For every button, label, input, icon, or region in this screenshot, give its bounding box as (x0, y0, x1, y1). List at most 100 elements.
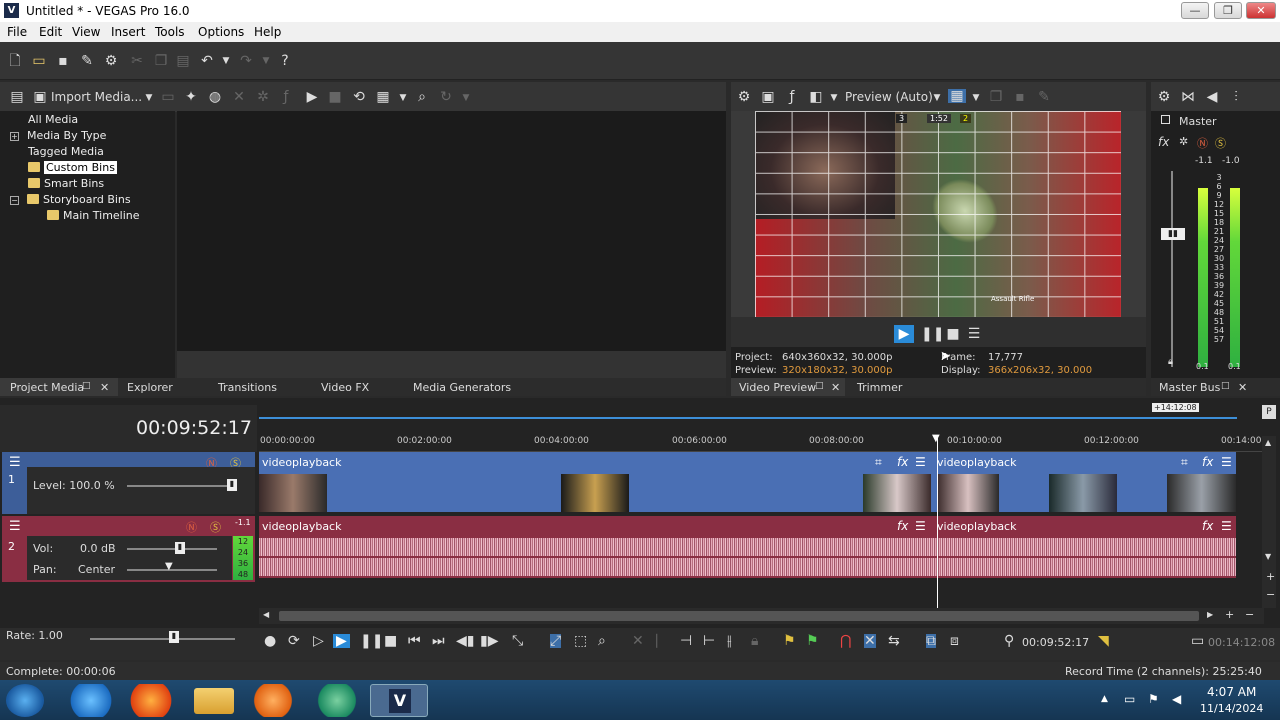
menu-view[interactable]: View (72, 25, 100, 39)
marker-bar[interactable]: +14:12:08 (259, 403, 1237, 419)
go-to-start-icon[interactable]: ⏮︎ (408, 634, 421, 648)
tab-close-icon[interactable]: ✕ (831, 381, 840, 394)
undo-icon[interactable]: ↶ (199, 54, 215, 68)
video-track-header[interactable]: ☰ 1 Ⓝ Ⓢ Level: 100.0 % ▮ (2, 452, 255, 514)
media-player-icon[interactable] (244, 684, 302, 717)
zoom-tool-icon[interactable]: ⌕ (598, 634, 606, 648)
import-dropdown-icon[interactable]: ▼ (141, 91, 157, 105)
horizontal-scrollbar[interactable]: ◀ ▶ + − (259, 608, 1264, 624)
tab-master-bus[interactable]: Master Bus (1159, 381, 1220, 394)
media-fx-icon[interactable]: ✲ (255, 90, 271, 104)
menu-help[interactable]: Help (254, 25, 281, 39)
auto-crossfade-icon[interactable]: ✕ (864, 634, 876, 648)
tree-item-custom-bins[interactable]: Custom Bins (28, 161, 117, 174)
file-explorer-icon[interactable] (194, 688, 234, 714)
volume-icon[interactable]: ◀ (1172, 692, 1181, 706)
tab-trimmer[interactable]: Trimmer (857, 381, 902, 394)
previous-frame-icon[interactable]: ◀▮ (456, 634, 474, 648)
external-monitor-icon[interactable]: ▣ (760, 90, 776, 104)
time-ruler[interactable]: 00:00:00:00 00:02:00:00 00:04:00:00 00:0… (259, 432, 1265, 452)
app-icon[interactable] (308, 684, 366, 717)
vertical-scrollbar[interactable]: ▲ ▼ + − (1262, 436, 1276, 608)
save-snapshot-icon[interactable]: ▪ (1012, 90, 1028, 104)
selection-tool-icon[interactable]: ⬚ (574, 634, 587, 648)
mute-icon[interactable]: Ⓝ (1197, 135, 1208, 151)
zoom-out-icon[interactable]: − (1266, 588, 1275, 601)
event-menu-icon[interactable]: ☰ (915, 519, 926, 533)
tree-item-all-media[interactable]: All Media (28, 113, 78, 126)
tab-close-icon[interactable]: ✕ (100, 381, 109, 394)
zoom-out-icon[interactable]: − (1245, 608, 1254, 621)
tree-item-smart-bins[interactable]: Smart Bins (28, 177, 104, 190)
properties-icon[interactable]: ⚙ (1156, 90, 1172, 104)
cut-icon[interactable]: ✂ (129, 54, 145, 68)
record-icon[interactable]: ● (264, 634, 276, 648)
stop-icon[interactable]: ■ (945, 327, 961, 341)
import-icon[interactable]: ▣ (32, 90, 48, 104)
playhead-marker-icon[interactable]: ▼ (932, 433, 940, 444)
tab-close-icon[interactable]: ✕ (1238, 381, 1247, 394)
pan-slider-handle[interactable]: ▼ (165, 561, 173, 572)
media-list-area[interactable] (177, 111, 726, 351)
track-menu-icon[interactable]: ☰ (9, 455, 21, 470)
automation-icon[interactable]: ✲ (1179, 135, 1188, 148)
marker-icon[interactable]: ⚑ (783, 634, 796, 648)
scroll-thumb[interactable] (279, 611, 1199, 621)
play-icon[interactable]: ▶ (333, 634, 350, 648)
start-button[interactable] (6, 684, 44, 717)
properties-icon[interactable]: ⚙ (103, 54, 119, 68)
dim-output-icon[interactable]: ◀ (1204, 90, 1220, 104)
clock-date[interactable]: 11/14/2024 (1200, 702, 1263, 715)
tab-video-preview[interactable]: Video Preview (739, 381, 816, 394)
video-fx-icon[interactable]: ƒ (784, 90, 800, 104)
copy-snapshot-icon[interactable]: ❐ (988, 90, 1004, 104)
event-menu-icon[interactable]: ☰ (1221, 519, 1232, 533)
fx-icon[interactable]: fx (1158, 135, 1169, 149)
minimize-button[interactable]: — (1181, 2, 1209, 19)
event-menu-icon[interactable]: ☰ (1221, 455, 1232, 469)
event-fx-icon[interactable]: fx (897, 519, 908, 533)
scroll-up-icon[interactable]: ▲ (1265, 438, 1271, 447)
video-track[interactable]: videoplayback videoplayback ⌗ fx ☰ ⌗ fx … (259, 452, 1236, 512)
search-icon[interactable]: ⌕ (414, 90, 430, 104)
views-icon[interactable]: ▦ (375, 90, 391, 104)
tree-item-tagged-media[interactable]: Tagged Media (28, 145, 104, 158)
get-media-icon[interactable]: ✦ (183, 90, 199, 104)
zoom-in-icon[interactable]: + (1266, 570, 1275, 583)
render-icon[interactable]: ✎ (79, 54, 95, 68)
overlays-dropdown-icon[interactable]: ▼ (968, 91, 984, 105)
stop-icon[interactable]: ■ (327, 90, 343, 104)
redo-icon[interactable]: ↷ (238, 54, 254, 68)
menu-icon[interactable]: ▤ (9, 90, 25, 104)
delete-icon[interactable]: ✕ (632, 634, 644, 648)
menu-edit[interactable]: Edit (39, 25, 62, 39)
menu-file[interactable]: File (7, 25, 27, 39)
trim-start-icon[interactable]: ⊣ (680, 634, 692, 648)
crop-icon[interactable]: ⌗ (875, 455, 882, 470)
master-checkbox[interactable] (1161, 115, 1170, 124)
normal-edit-tool-icon[interactable]: ⤡ (512, 634, 523, 648)
expand-icon[interactable]: + (10, 132, 19, 141)
collapse-icon[interactable]: − (10, 196, 19, 205)
undock-icon[interactable]: □ (815, 381, 824, 391)
pause-icon[interactable]: ❚❚ (921, 327, 944, 341)
event-menu-icon[interactable]: ☰ (915, 455, 926, 469)
level-slider-handle[interactable]: ▮ (227, 479, 237, 491)
edit-icon[interactable]: ✎ (1036, 90, 1052, 104)
split-screen-icon[interactable]: ◧ (808, 90, 824, 104)
maximize-button[interactable]: ❐ (1214, 2, 1242, 19)
tray-expand-icon[interactable]: ▲ (1101, 694, 1108, 704)
region-icon[interactable]: ⚑ (806, 634, 819, 648)
import-media-button[interactable]: Import Media... (51, 90, 142, 104)
overlays-grid-icon[interactable]: ▦ (948, 89, 966, 103)
menu-tools[interactable]: Tools (155, 25, 185, 39)
refresh-dropdown-icon[interactable]: ▼ (458, 91, 474, 105)
scroll-down-icon[interactable]: ▼ (1265, 552, 1271, 561)
playhead[interactable] (937, 436, 938, 608)
play-from-start-icon[interactable]: ▷ (313, 634, 324, 648)
zoom-in-icon[interactable]: + (1225, 608, 1234, 621)
close-button[interactable]: ✕ (1246, 2, 1276, 19)
audio-track[interactable]: videoplayback videoplayback fx ☰ fx ☰ (259, 516, 1236, 578)
lock-icon[interactable]: 🔒︎ (751, 634, 758, 648)
event-fx-icon[interactable]: fx (1202, 519, 1213, 533)
